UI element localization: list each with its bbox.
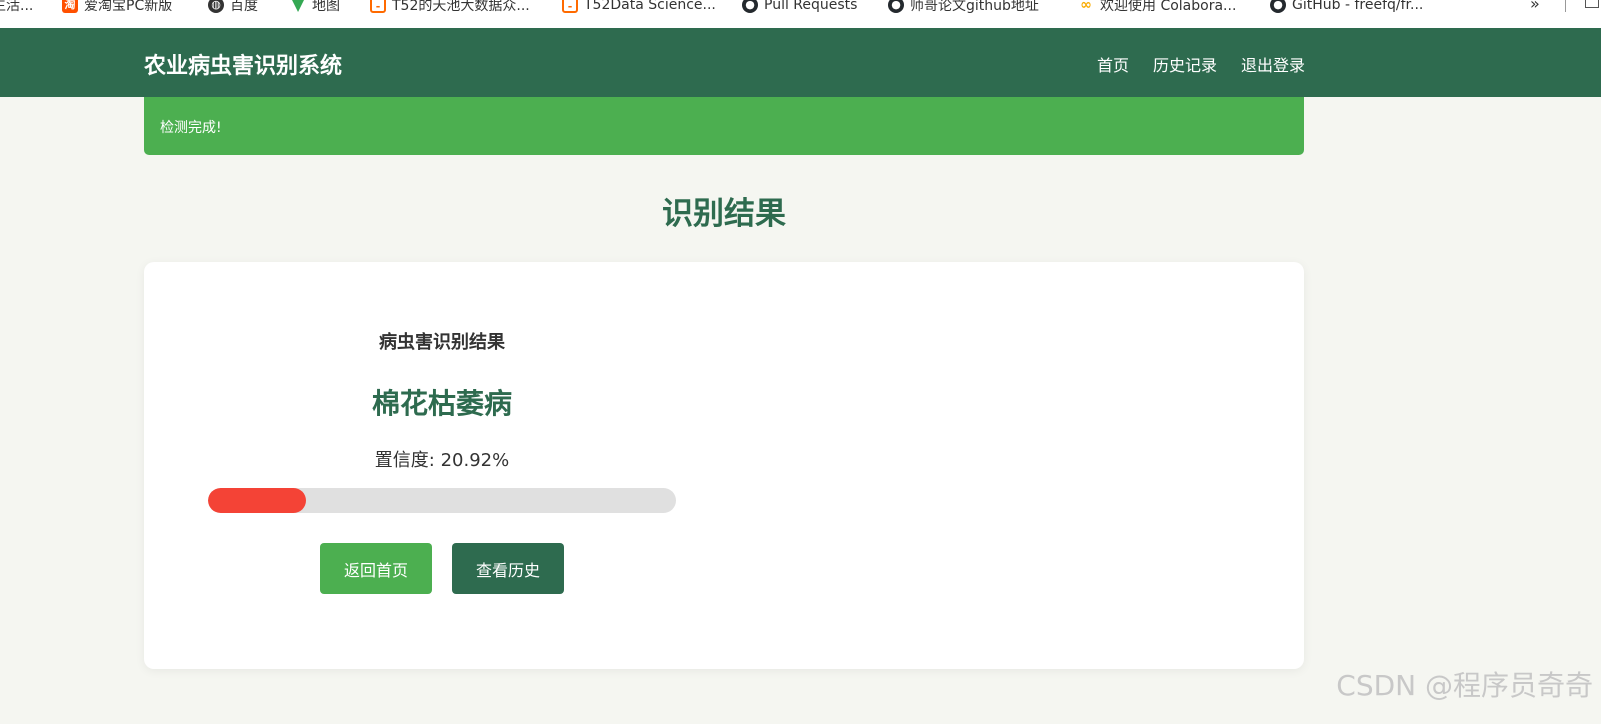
bookmark-label: 师哥论文github地址 [910, 0, 1039, 14]
bookmarks-overflow-icon[interactable]: » [1530, 0, 1540, 13]
map-pin-icon: ▼ [291, 0, 305, 14]
bookmark-label: 欢迎使用 Colabora... [1100, 0, 1237, 14]
taobao-icon: 淘 [62, 0, 78, 13]
bookmark-item[interactable]: - T52Data Science... [562, 0, 716, 15]
bookmark-label: 生活... [0, 0, 34, 14]
result-heading: 病虫害识别结果 [379, 332, 505, 353]
tianchi-icon: - [562, 0, 578, 13]
bookmark-label: T52的天池大数据众... [392, 0, 530, 14]
bookmark-label: T52Data Science... [584, 0, 716, 13]
bookmark-item[interactable]: 生活... [0, 0, 33, 15]
bookmark-item[interactable]: - T52的天池大数据众... [370, 0, 530, 15]
nav-link-history[interactable]: 历史记录 [1153, 52, 1217, 76]
bookmark-item[interactable]: ● GitHub - freefq/fr... [1270, 0, 1423, 15]
page-title: 识别结果 [662, 196, 786, 232]
bookmark-item[interactable]: 淘 爱淘宝PC新版 [62, 0, 172, 15]
bookmark-item[interactable]: ● 师哥论文github地址 [888, 0, 1039, 15]
success-alert: 检测完成! [144, 97, 1304, 155]
disease-name: 棉花枯萎病 [371, 387, 512, 420]
github-icon: ● [888, 0, 904, 13]
bookmark-item[interactable]: ▼ 地图 [290, 0, 340, 15]
tianchi-icon: - [370, 0, 386, 13]
brand-title[interactable]: 农业病虫害识别系统 [144, 48, 342, 80]
action-buttons: 返回首页 查看历史 [208, 543, 676, 594]
colab-icon: ∞ [1080, 0, 1092, 13]
bookmark-item[interactable]: ∞ 欢迎使用 Colabora... [1078, 0, 1236, 15]
result-panel: 病虫害识别结果 棉花枯萎病 置信度: 20.92% 返回首页 查看历史 [208, 262, 676, 594]
bookmark-label: 爱淘宝PC新版 [84, 0, 173, 14]
view-history-button[interactable]: 查看历史 [452, 543, 564, 594]
bookmark-label: GitHub - freefq/fr... [1292, 0, 1424, 13]
watermark: CSDN @程序员奇奇 [1336, 669, 1593, 702]
back-home-button[interactable]: 返回首页 [320, 543, 432, 594]
bookmark-label: Pull Requests [764, 0, 858, 13]
bookmark-label: 百度 [230, 0, 258, 14]
bookmarks-bar: 生活... 淘 爱淘宝PC新版 ◍ 百度 ▼ 地图 - T52的天池大数据众..… [0, 0, 1601, 28]
github-icon: ● [1270, 0, 1286, 13]
bookmarks-divider [1565, 0, 1566, 12]
github-icon: ● [742, 0, 758, 13]
nav-link-logout[interactable]: 退出登录 [1241, 52, 1305, 76]
globe-icon: ◍ [208, 0, 224, 13]
navbar: 农业病虫害识别系统 首页 历史记录 退出登录 [0, 28, 1601, 97]
confidence-label: 置信度: 20.92% [374, 450, 510, 471]
confidence-bar [208, 488, 676, 513]
confidence-bar-fill [208, 488, 306, 513]
bookmark-label: 地图 [312, 0, 340, 14]
bookmark-item[interactable]: ◍ 百度 [208, 0, 258, 15]
bookmarks-folder-icon[interactable] [1585, 0, 1599, 8]
nav-link-home[interactable]: 首页 [1097, 52, 1129, 76]
result-card: 病虫害识别结果 棉花枯萎病 置信度: 20.92% 返回首页 查看历史 [144, 262, 1304, 669]
nav-links: 首页 历史记录 退出登录 [1097, 52, 1305, 76]
bookmark-item[interactable]: ● Pull Requests [742, 0, 857, 15]
